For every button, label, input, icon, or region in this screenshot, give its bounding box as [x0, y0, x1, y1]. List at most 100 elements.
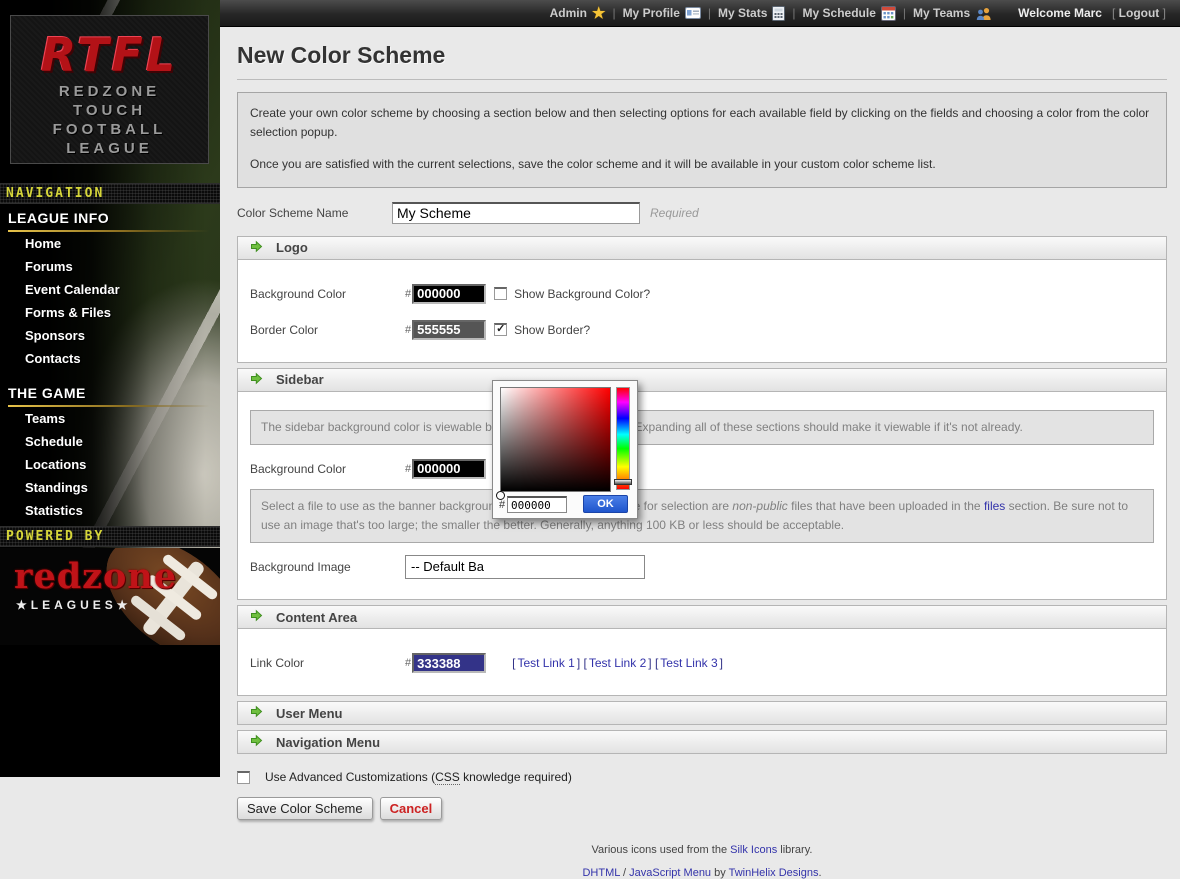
- required-hint: Required: [650, 206, 699, 220]
- league-logo[interactable]: RTFL REDZONE TOUCH FOOTBALL LEAGUE: [10, 15, 209, 164]
- sidebar-item-sponsors[interactable]: Sponsors: [0, 324, 220, 347]
- section-header-logo[interactable]: Logo: [237, 236, 1167, 260]
- green-arrow-icon: [250, 609, 263, 625]
- sidebar-item-forums[interactable]: Forums: [0, 255, 220, 278]
- league-logo-line: FOOTBALL: [11, 120, 208, 139]
- test-links: [Test Link 1] [Test Link 2] [Test Link 3…: [512, 656, 723, 670]
- background-image-row: Background Image -- Default Ba: [250, 555, 1154, 579]
- section-body-sidebar: The sidebar background color is viewable…: [237, 392, 1167, 601]
- logout-link[interactable]: Logout: [1119, 6, 1160, 20]
- sidebar-color-note: The sidebar background color is viewable…: [250, 410, 1154, 445]
- field-label: Background Image: [250, 560, 405, 574]
- sidebar-item-statistics[interactable]: Statistics: [0, 499, 220, 522]
- navigation-led-banner: NAVIGATION: [0, 183, 220, 204]
- sidebar-item-schedule[interactable]: Schedule: [0, 430, 220, 453]
- test-link-2[interactable]: Test Link 2: [589, 656, 646, 670]
- section-body-logo: Background Color # Show Background Color…: [237, 260, 1167, 363]
- cancel-button[interactable]: Cancel: [380, 797, 443, 820]
- topbar-admin[interactable]: Admin ★: [550, 6, 606, 21]
- hash-symbol: #: [405, 288, 411, 300]
- field-label: Link Color: [250, 656, 405, 670]
- dhtml-link[interactable]: DHTML: [582, 867, 619, 879]
- field-label: Background Color: [250, 287, 405, 301]
- background-image-select[interactable]: -- Default Ba: [405, 555, 645, 579]
- advanced-customizations-row: Use Advanced Customizations (CSS knowled…: [237, 770, 1167, 784]
- section-header-sidebar[interactable]: Sidebar: [237, 368, 1167, 392]
- calculator-icon: [772, 6, 785, 21]
- css-abbr: CSS: [435, 770, 460, 785]
- hash-symbol: #: [405, 324, 411, 336]
- logo-border-color-input[interactable]: [412, 320, 486, 340]
- field-label: Background Color: [250, 462, 405, 476]
- topbar-my-stats[interactable]: My Stats: [718, 6, 785, 21]
- link-color-row: Link Color # [Test Link 1] [Test Link 2]…: [250, 651, 1154, 675]
- sidebar-background-color-input[interactable]: [412, 459, 486, 479]
- separator: |: [903, 6, 906, 20]
- topbar-my-teams[interactable]: My Teams: [913, 6, 992, 21]
- hash-symbol: #: [499, 499, 505, 511]
- sidebar-item-event-calendar[interactable]: Event Calendar: [0, 278, 220, 301]
- show-background-color-checkbox[interactable]: [494, 287, 507, 300]
- sidebar-item-teams[interactable]: Teams: [0, 407, 220, 430]
- link-color-input[interactable]: [412, 653, 486, 673]
- test-link-1[interactable]: Test Link 1: [517, 656, 574, 670]
- checkbox-label: Show Background Color?: [514, 287, 650, 301]
- sidebar-background-color-row: Background Color #: [250, 457, 1154, 481]
- welcome-user-label: Welcome Marc: [1018, 6, 1102, 20]
- silk-icons-link[interactable]: Silk Icons: [730, 844, 777, 856]
- group-icon: [975, 6, 992, 21]
- section-header-user-menu[interactable]: User Menu: [237, 701, 1167, 725]
- logo-background-color-row: Background Color # Show Background Color…: [250, 282, 1154, 306]
- background-image-note: Select a file to use as the banner backg…: [250, 489, 1154, 543]
- section-header-content-area[interactable]: Content Area: [237, 605, 1167, 629]
- section-body-content-area: Link Color # [Test Link 1] [Test Link 2]…: [237, 629, 1167, 696]
- page-title: New Color Scheme: [237, 42, 1167, 69]
- footer-twinhelix-line: DHTML / JavaScript Menu by TwinHelix Des…: [237, 867, 1167, 879]
- top-user-bar: Admin ★ | My Profile | My Stats | My Sch…: [220, 0, 1180, 27]
- sidebar-item-locations[interactable]: Locations: [0, 453, 220, 476]
- hue-slider-handle[interactable]: [614, 479, 632, 485]
- league-logo-line: LEAGUE: [11, 139, 208, 158]
- separator: |: [612, 6, 615, 20]
- checkbox-label: Show Border?: [514, 323, 590, 337]
- color-scheme-name-input[interactable]: [392, 202, 640, 224]
- save-color-scheme-button[interactable]: Save Color Scheme: [237, 797, 373, 820]
- green-arrow-icon: [250, 734, 263, 750]
- separator: |: [708, 6, 711, 20]
- test-link-3[interactable]: Test Link 3: [660, 656, 717, 670]
- logo-background-color-input[interactable]: [412, 284, 486, 304]
- sidebar-item-contacts[interactable]: Contacts: [0, 347, 220, 370]
- calendar-icon: [881, 6, 896, 21]
- topbar-my-profile[interactable]: My Profile: [623, 6, 701, 20]
- show-border-checkbox[interactable]: [494, 323, 507, 336]
- logo-border-color-row: Border Color # Show Border?: [250, 318, 1154, 342]
- section-header-navigation-menu[interactable]: Navigation Menu: [237, 730, 1167, 754]
- sidebar-item-forms-files[interactable]: Forms & Files: [0, 301, 220, 324]
- files-link[interactable]: files: [984, 499, 1005, 513]
- league-logo-line: REDZONE: [11, 82, 208, 101]
- league-logo-line: TOUCH: [11, 101, 208, 120]
- picker-ok-button[interactable]: OK: [583, 495, 628, 513]
- picker-hex-input[interactable]: [507, 496, 567, 513]
- vcard-icon: [685, 7, 701, 19]
- title-divider: [237, 79, 1167, 80]
- javascript-menu-link[interactable]: JavaScript Menu: [629, 867, 711, 879]
- advanced-customizations-checkbox[interactable]: [237, 771, 250, 784]
- topbar-my-schedule[interactable]: My Schedule: [803, 6, 896, 21]
- redzone-leagues-brand[interactable]: redzone ★LEAGUES★: [0, 548, 220, 645]
- hue-slider[interactable]: [616, 387, 630, 490]
- saturation-value-square[interactable]: [500, 387, 611, 492]
- color-scheme-name-label: Color Scheme Name: [237, 206, 392, 220]
- separator: |: [792, 6, 795, 20]
- star-icon: ★: [592, 6, 605, 21]
- twinhelix-designs-link[interactable]: TwinHelix Designs: [729, 867, 819, 879]
- hash-symbol: #: [405, 463, 411, 475]
- sidebar-item-home[interactable]: Home: [0, 232, 220, 255]
- sidebar-item-standings[interactable]: Standings: [0, 476, 220, 499]
- hash-symbol: #: [405, 657, 411, 669]
- intro-paragraph-1: Create your own color scheme by choosing…: [250, 104, 1154, 141]
- intro-instructions: Create your own color scheme by choosing…: [237, 92, 1167, 188]
- intro-paragraph-2: Once you are satisfied with the current …: [250, 155, 1154, 174]
- form-buttons: Save Color Scheme Cancel: [237, 797, 1167, 820]
- green-arrow-icon: [250, 705, 263, 721]
